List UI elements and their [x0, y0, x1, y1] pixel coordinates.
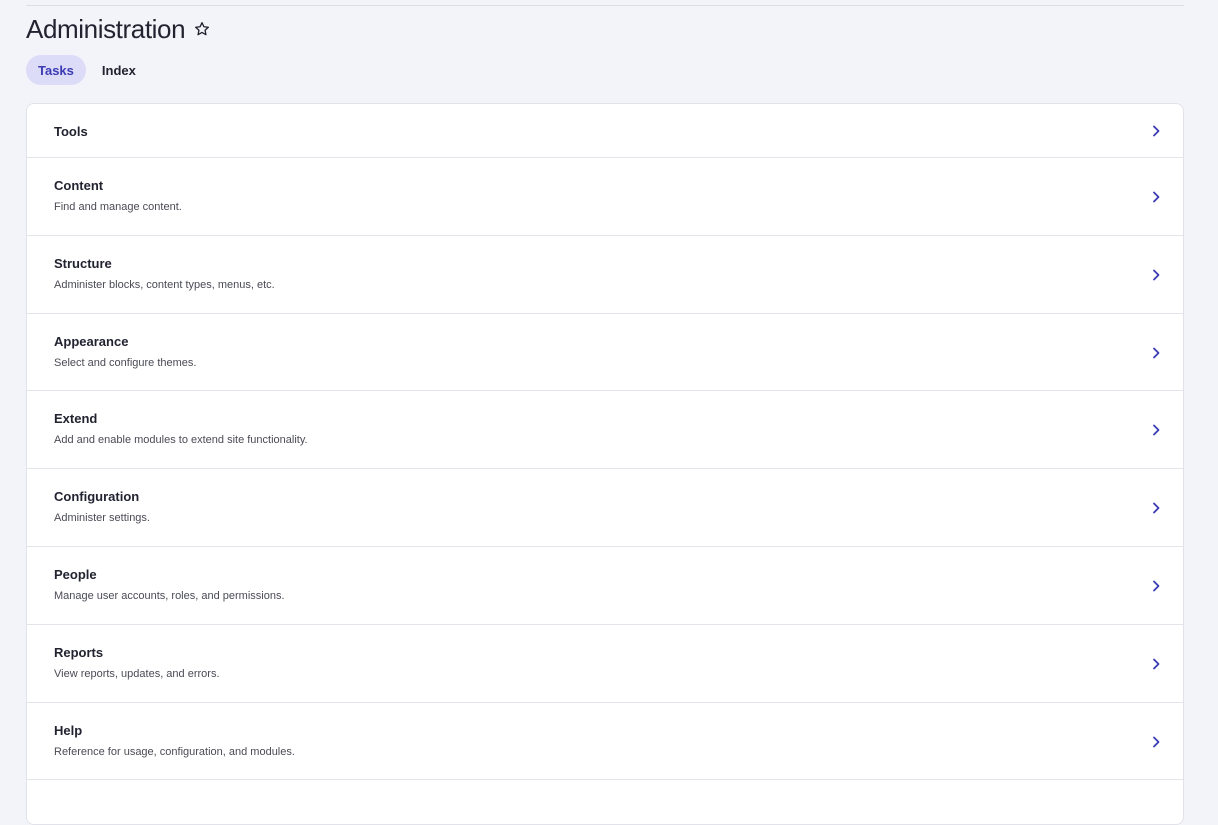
- page-title: Administration: [26, 14, 186, 44]
- chevron-right-icon: [1153, 424, 1160, 436]
- list-item-description: Find and manage content.: [54, 201, 182, 213]
- list-item-help[interactable]: Help Reference for usage, configuration,…: [27, 703, 1183, 781]
- list-item-description: Administer settings.: [54, 512, 150, 525]
- star-outline-icon[interactable]: [193, 20, 211, 38]
- list-item-structure[interactable]: Structure Administer blocks, content typ…: [27, 236, 1183, 314]
- list-item-content[interactable]: Content Find and manage content.: [27, 158, 1183, 236]
- list-item-extend[interactable]: Extend Add and enable modules to extend …: [27, 391, 1183, 470]
- list-item-title: Help: [54, 722, 83, 738]
- list-item-reports[interactable]: Reports View reports, updates, and error…: [27, 625, 1183, 703]
- top-divider: [26, 5, 1184, 6]
- list-item-configuration[interactable]: Configuration Administer settings.: [27, 469, 1183, 547]
- list-item-description: Manage user accounts, roles, and permiss…: [54, 589, 285, 602]
- list-item-title: Extend: [54, 411, 98, 427]
- tabs: Tasks Index: [26, 55, 148, 85]
- list-item-people[interactable]: People Manage user accounts, roles, and …: [27, 547, 1183, 625]
- list-item-description: Administer blocks, content types, menus,…: [54, 278, 275, 291]
- chevron-right-icon: [1153, 658, 1160, 670]
- list-item-title: Configuration: [54, 489, 140, 505]
- list-item-description: Add and enable modules to extend site fu…: [54, 434, 308, 447]
- chevron-right-icon: [1153, 269, 1160, 281]
- list-item-description: Reference for usage, configuration, and …: [54, 745, 295, 758]
- list-item-appearance[interactable]: Appearance Select and configure themes.: [27, 314, 1183, 392]
- list-item-title: Reports: [54, 644, 104, 660]
- tab-index[interactable]: Index: [90, 55, 148, 85]
- chevron-right-icon: [1153, 580, 1160, 592]
- tab-tasks[interactable]: Tasks: [26, 55, 86, 85]
- list-item-title: Content: [54, 178, 104, 193]
- list-item-description: Select and configure themes.: [54, 356, 197, 369]
- chevron-right-icon: [1153, 125, 1160, 137]
- list-item-tools[interactable]: Tools: [27, 104, 1183, 158]
- list-item-description: View reports, updates, and errors.: [54, 667, 220, 680]
- chevron-right-icon: [1153, 736, 1160, 747]
- chevron-right-icon: [1153, 191, 1160, 203]
- chevron-right-icon: [1153, 502, 1160, 514]
- admin-task-list: Tools Content Find and manage content. S…: [26, 103, 1184, 825]
- list-item-title: Tools: [54, 124, 88, 139]
- chevron-right-icon: [1153, 347, 1160, 358]
- list-item-title: Appearance: [54, 333, 129, 349]
- list-item-title: Structure: [54, 255, 112, 271]
- page-header: Administration: [26, 12, 211, 46]
- list-item-title: People: [54, 566, 97, 582]
